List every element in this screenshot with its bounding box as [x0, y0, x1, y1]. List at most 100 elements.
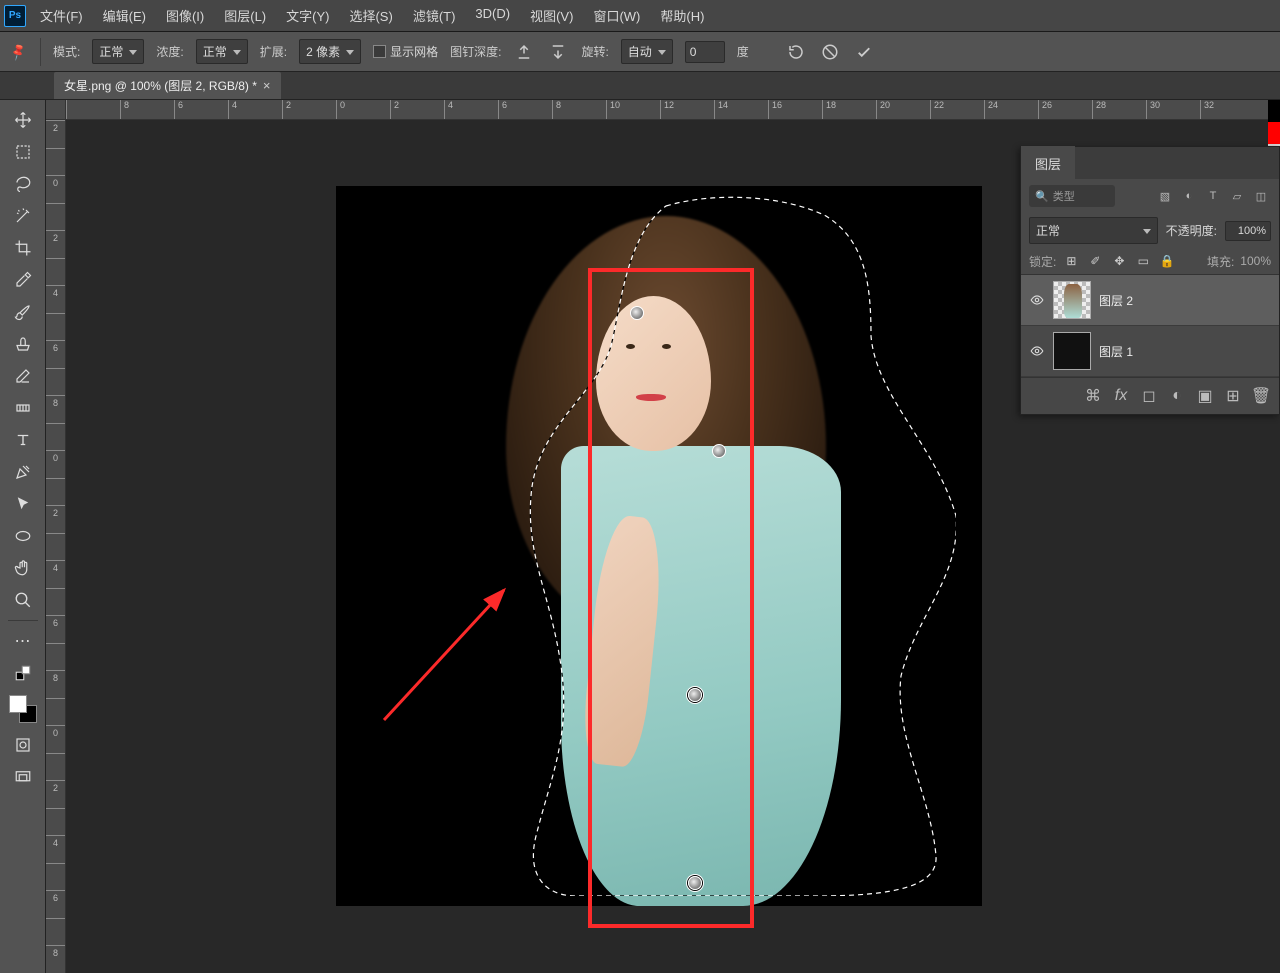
- puppet-pin[interactable]: [712, 444, 726, 458]
- gradient-tool[interactable]: [9, 394, 37, 422]
- mode-select[interactable]: 正常: [92, 39, 144, 64]
- eraser-tool[interactable]: [9, 362, 37, 390]
- filter-pixel-icon[interactable]: ▧: [1155, 186, 1175, 206]
- vertical-ruler[interactable]: 2024680246802468: [46, 120, 66, 973]
- new-adjustment-icon[interactable]: ◐: [1167, 386, 1187, 406]
- quick-mask-icon[interactable]: [9, 731, 37, 759]
- filter-type-icon[interactable]: T: [1203, 186, 1223, 206]
- filter-shape-icon[interactable]: ▱: [1227, 186, 1247, 206]
- menu-item[interactable]: 编辑(E): [93, 2, 156, 29]
- rotate-deg-label: 度: [737, 43, 749, 60]
- new-layer-icon[interactable]: ⊞: [1223, 386, 1243, 406]
- lock-pixels-icon[interactable]: ⊞: [1062, 252, 1080, 270]
- screen-mode-icon[interactable]: [9, 763, 37, 791]
- layer-thumbnail[interactable]: [1053, 332, 1091, 370]
- lock-paint-icon[interactable]: ✐: [1086, 252, 1104, 270]
- menu-item[interactable]: 文字(Y): [276, 2, 339, 29]
- puppet-pin[interactable]: [630, 306, 644, 320]
- menu-item[interactable]: 滤镜(T): [403, 2, 466, 29]
- layer-row[interactable]: 图层 2: [1021, 275, 1279, 326]
- lock-all-icon[interactable]: 🔒: [1158, 252, 1176, 270]
- menu-item[interactable]: 选择(S): [339, 2, 402, 29]
- menu-item[interactable]: 图层(L): [214, 2, 276, 29]
- menu-item[interactable]: 3D(D): [465, 2, 520, 29]
- pin-tool-icon[interactable]: 📌: [4, 38, 31, 65]
- marquee-tool[interactable]: [9, 138, 37, 166]
- opacity-label: 不透明度:: [1166, 222, 1217, 239]
- filter-adjustment-icon[interactable]: ◐: [1179, 186, 1199, 206]
- rotate-mode-select[interactable]: 自动: [621, 39, 673, 64]
- layer-thumbnail[interactable]: [1053, 281, 1091, 319]
- new-group-icon[interactable]: ▣: [1195, 386, 1215, 406]
- edit-toolbar-icon[interactable]: ⋯: [9, 627, 37, 655]
- menu-item[interactable]: 文件(F): [30, 2, 93, 29]
- close-icon[interactable]: ×: [263, 78, 271, 93]
- pin-depth-down-icon[interactable]: [547, 41, 569, 63]
- cancel-icon[interactable]: [819, 41, 841, 63]
- pin-depth-label: 图钉深度:: [450, 43, 501, 60]
- crop-tool[interactable]: [9, 234, 37, 262]
- menu-item[interactable]: 视图(V): [520, 2, 583, 29]
- expand-label: 扩展:: [260, 43, 287, 60]
- opacity-value[interactable]: 100%: [1225, 221, 1271, 241]
- density-label: 浓度:: [156, 43, 183, 60]
- layer-name: 图层 2: [1099, 292, 1133, 309]
- document-tab-bar: 女星.png @ 100% (图层 2, RGB/8) * ×: [0, 72, 1280, 100]
- blend-mode-select[interactable]: 正常: [1029, 217, 1158, 244]
- document-tab[interactable]: 女星.png @ 100% (图层 2, RGB/8) * ×: [54, 72, 281, 99]
- menu-item[interactable]: 帮助(H): [650, 2, 714, 29]
- main-menu-bar: Ps 文件(F)编辑(E)图像(I)图层(L)文字(Y)选择(S)滤镜(T)3D…: [0, 0, 1280, 32]
- visibility-toggle-icon[interactable]: [1029, 343, 1045, 359]
- document-canvas[interactable]: [336, 186, 982, 906]
- reset-icon[interactable]: [785, 41, 807, 63]
- mode-label: 模式:: [53, 43, 80, 60]
- rotate-label: 旋转:: [581, 43, 608, 60]
- commit-icon[interactable]: [853, 41, 875, 63]
- tools-panel: ⋯: [0, 100, 46, 973]
- ellipse-tool[interactable]: [9, 522, 37, 550]
- ruler-origin[interactable]: [46, 100, 66, 120]
- pin-depth-up-icon[interactable]: [513, 41, 535, 63]
- layer-list: 图层 2 图层 1: [1021, 274, 1279, 377]
- search-icon: 🔍: [1035, 190, 1049, 203]
- eyedropper-tool[interactable]: [9, 266, 37, 294]
- filter-smart-icon[interactable]: ◫: [1251, 186, 1271, 206]
- layer-fx-icon[interactable]: fx: [1111, 386, 1131, 406]
- puppet-pin-selected[interactable]: [688, 876, 702, 890]
- delete-layer-icon[interactable]: 🗑: [1251, 386, 1271, 406]
- link-layers-icon[interactable]: ⌘: [1083, 386, 1103, 406]
- type-tool[interactable]: [9, 426, 37, 454]
- lasso-tool[interactable]: [9, 170, 37, 198]
- menu-item[interactable]: 窗口(W): [583, 2, 650, 29]
- lock-artboard-icon[interactable]: ▭: [1134, 252, 1152, 270]
- default-colors-icon[interactable]: [9, 659, 37, 687]
- panel-tab-bar: 图层: [1021, 147, 1279, 179]
- pen-tool[interactable]: [9, 458, 37, 486]
- horizontal-ruler[interactable]: 864202468101214161820222426283032: [66, 100, 1280, 120]
- rotate-value-input[interactable]: [685, 41, 725, 63]
- brush-tool[interactable]: [9, 298, 37, 326]
- expand-select[interactable]: 2 像素: [299, 39, 361, 64]
- lock-label: 锁定:: [1029, 253, 1056, 270]
- hand-tool[interactable]: [9, 554, 37, 582]
- visibility-toggle-icon[interactable]: [1029, 292, 1045, 308]
- tab-layers[interactable]: 图层: [1021, 146, 1075, 181]
- color-swatches[interactable]: [9, 695, 37, 723]
- path-selection-tool[interactable]: [9, 490, 37, 518]
- zoom-tool[interactable]: [9, 586, 37, 614]
- layer-filter-kind[interactable]: 🔍 类型: [1029, 185, 1115, 207]
- magic-wand-tool[interactable]: [9, 202, 37, 230]
- density-select[interactable]: 正常: [196, 39, 248, 64]
- puppet-pin-selected[interactable]: [688, 688, 702, 702]
- show-grid-checkbox[interactable]: 显示网格: [373, 43, 438, 60]
- layer-row[interactable]: 图层 1: [1021, 326, 1279, 377]
- move-tool[interactable]: [9, 106, 37, 134]
- app-logo: Ps: [4, 5, 26, 27]
- add-mask-icon[interactable]: ◻: [1139, 386, 1159, 406]
- menu-item[interactable]: 图像(I): [156, 2, 214, 29]
- clone-stamp-tool[interactable]: [9, 330, 37, 358]
- fill-value[interactable]: 100%: [1240, 254, 1271, 268]
- tab-title: 女星.png @ 100% (图层 2, RGB/8) *: [64, 77, 257, 94]
- filter-kind-label: 类型: [1053, 188, 1075, 204]
- lock-position-icon[interactable]: ✥: [1110, 252, 1128, 270]
